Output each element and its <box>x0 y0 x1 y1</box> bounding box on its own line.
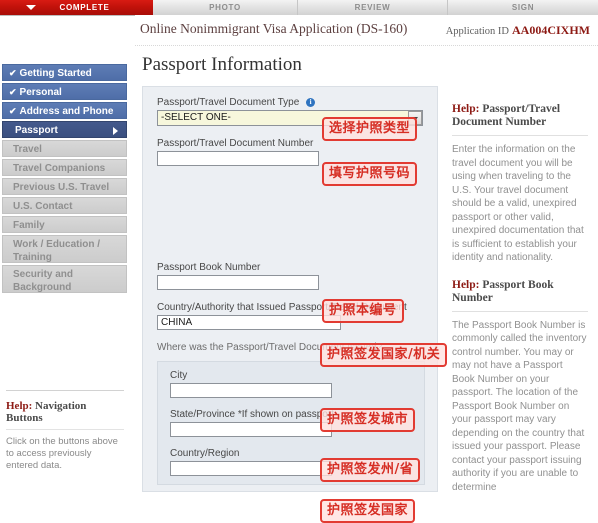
tab-complete[interactable]: COMPLETE <box>0 0 153 15</box>
application-id-label: Application ID <box>445 26 509 37</box>
annotation-callout-0: 选择护照类型 <box>322 117 418 141</box>
application-title: Online Nonimmigrant Visa Application (DS… <box>140 21 408 36</box>
sidebar-item-label: Personal <box>19 87 62 98</box>
annotation-callout-6: 护照签发国家 <box>320 499 416 523</box>
sidebar-item-us-contact[interactable]: U.S. Contact <box>2 197 127 214</box>
help-keyword: Help: <box>452 103 480 115</box>
help-title: Help: Passport Book Number <box>452 279 588 305</box>
book-number-input[interactable] <box>157 275 319 290</box>
navigation-help-title: Help: Navigation Buttons <box>6 400 124 424</box>
chevron-down-icon <box>26 5 36 10</box>
annotation-callout-5: 护照签发州/省 <box>320 458 421 482</box>
sidebar-nav: ✔ Getting Started ✔ Personal ✔ Address and … <box>2 64 127 293</box>
navigation-help-panel: Help: Navigation Buttons Click on the bu… <box>6 390 124 472</box>
top-tab-bar: COMPLETE PHOTO REVIEW SIGN <box>0 0 598 16</box>
tab-sign-label: SIGN <box>511 3 535 12</box>
check-icon: ✔ <box>9 87 17 97</box>
sidebar-item-previous-us-travel[interactable]: Previous U.S. Travel <box>2 178 127 195</box>
document-number-input[interactable] <box>157 151 319 166</box>
city-input[interactable] <box>170 383 332 398</box>
help-panel-book-number: Help: Passport Book Number The Passport … <box>452 279 588 495</box>
document-type-label: Passport/Travel Document Type i <box>157 97 437 108</box>
sidebar-item-label: Travel Companions <box>13 163 106 174</box>
sidebar-item-address-and-phone[interactable]: ✔ Address and Phone <box>2 102 127 119</box>
sidebar-item-label: U.S. Contact <box>13 201 73 212</box>
sidebar-item-label: Previous U.S. Travel <box>13 182 110 193</box>
chevron-right-icon <box>113 127 118 135</box>
document-type-label-text: Passport/Travel Document Type <box>157 97 300 108</box>
help-body: The Passport Book Number is commonly cal… <box>452 319 587 493</box>
field-city: City <box>170 370 424 398</box>
sidebar: ✔ Getting Started ✔ Personal ✔ Address and … <box>0 16 131 471</box>
annotation-callout-2: 护照本编号 <box>322 299 404 323</box>
sidebar-item-security-and-background[interactable]: Security and Background <box>2 265 127 293</box>
check-icon: ✔ <box>9 68 17 78</box>
annotation-callout-3: 护照签发国家/机关 <box>320 343 448 367</box>
sidebar-item-label: Address and Phone <box>19 106 114 117</box>
divider <box>452 135 588 136</box>
tab-photo[interactable]: PHOTO <box>153 0 298 15</box>
sidebar-item-label: Passport <box>15 125 58 136</box>
help-panel-document-number: Help: Passport/Travel Document Number En… <box>452 103 588 265</box>
city-label: City <box>170 370 188 381</box>
page-title: Passport Information <box>142 54 302 75</box>
help-title: Help: Passport/Travel Document Number <box>452 103 588 129</box>
page-header: Online Nonimmigrant Visa Application (DS… <box>135 15 598 46</box>
sidebar-item-label: Getting Started <box>19 68 92 79</box>
annotation-callout-4: 护照签发城市 <box>320 408 416 432</box>
sidebar-item-travel-companions[interactable]: Travel Companions <box>2 159 127 176</box>
help-keyword: Help: <box>452 278 480 291</box>
tab-complete-label: COMPLETE <box>59 3 110 12</box>
field-book-number: Passport Book Number <box>157 262 437 290</box>
info-icon[interactable]: i <box>306 98 316 107</box>
sidebar-item-label: Travel <box>13 144 42 155</box>
divider <box>452 310 588 312</box>
annotation-callout-1: 填写护照号码 <box>322 162 418 186</box>
sidebar-item-personal[interactable]: ✔ Personal <box>2 83 127 100</box>
sidebar-item-label: Work / Education / Training <box>13 239 101 263</box>
sidebar-item-work-education-training[interactable]: Work / Education / Training <box>2 235 127 263</box>
tab-review[interactable]: REVIEW <box>298 0 448 15</box>
tab-sign[interactable]: SIGN <box>448 0 598 15</box>
application-id: Application ID AA004CIXHM <box>446 23 590 38</box>
divider <box>6 429 124 430</box>
check-icon: ✔ <box>9 106 17 116</box>
sidebar-item-passport[interactable]: Passport <box>2 121 127 138</box>
sidebar-item-label: Family <box>13 220 45 231</box>
help-keyword: Help: <box>6 400 33 412</box>
sidebar-item-travel[interactable]: Travel <box>2 140 127 157</box>
sidebar-item-getting-started[interactable]: ✔ Getting Started <box>2 64 127 81</box>
tab-review-label: REVIEW <box>354 3 391 12</box>
tab-photo-label: PHOTO <box>209 3 241 12</box>
state-province-input[interactable] <box>170 422 332 437</box>
sidebar-item-family[interactable]: Family <box>2 216 127 233</box>
help-column: Help: Passport/Travel Document Number En… <box>452 103 588 508</box>
country-region-input[interactable] <box>170 461 332 476</box>
sidebar-item-label: Security and Background <box>13 269 74 293</box>
issuing-country-input[interactable] <box>157 315 341 330</box>
book-number-label: Passport Book Number <box>157 262 261 273</box>
application-id-value: AA004CIXHM <box>512 23 590 37</box>
help-body: Enter the information on the travel docu… <box>452 144 584 263</box>
navigation-help-body: Click on the buttons above to access pre… <box>6 436 118 471</box>
